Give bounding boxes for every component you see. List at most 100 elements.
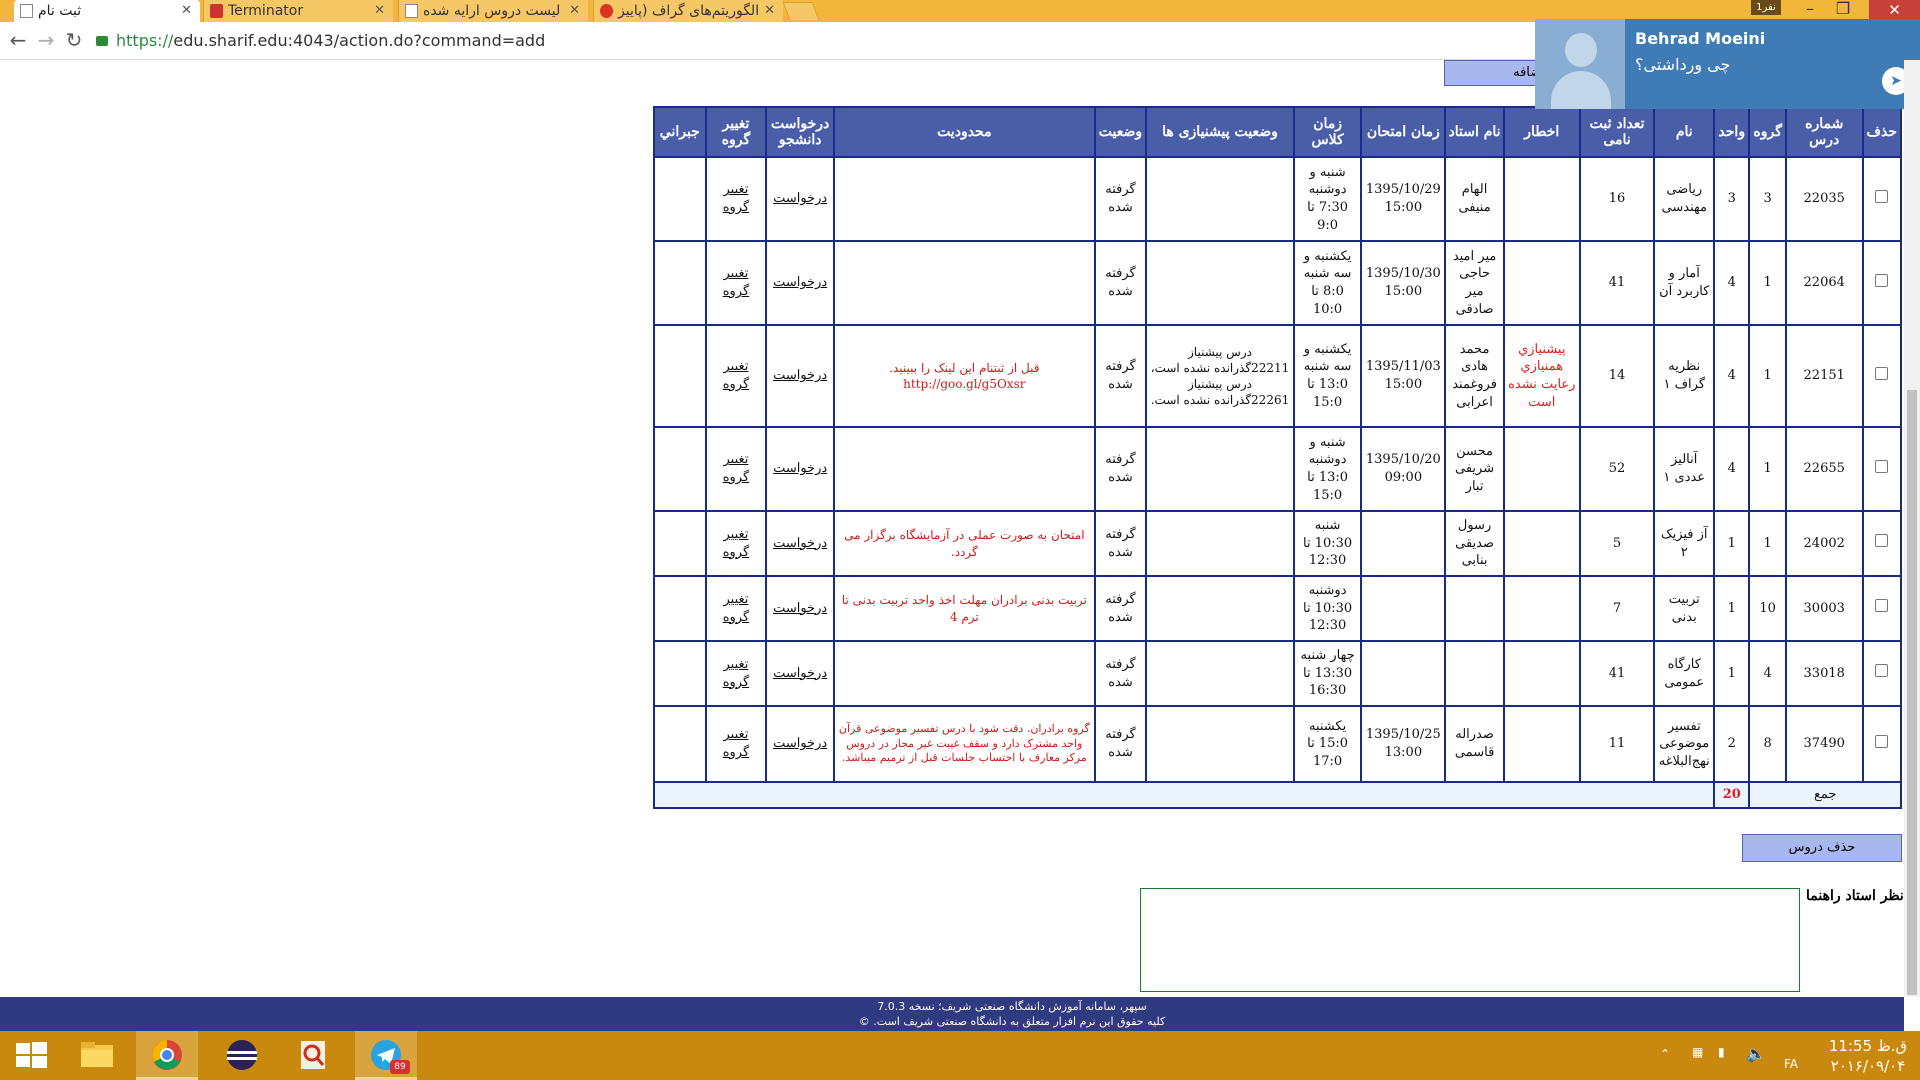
group-cell: 1 [1748, 510, 1787, 577]
instructor-cell: صدراله قاسمی [1444, 705, 1505, 783]
lock-icon [96, 36, 108, 46]
tab-title: Terminator [228, 3, 304, 19]
advisor-comment-textarea[interactable] [1140, 888, 1800, 992]
close-tab-icon[interactable]: ✕ [181, 0, 192, 22]
delete-checkbox[interactable] [1875, 599, 1889, 613]
request-link[interactable]: درخواست [773, 368, 827, 383]
status-cell: گرفته شده [1093, 240, 1148, 326]
delete-checkbox[interactable] [1875, 664, 1889, 678]
table-row: 22151 1 4 نظریه گراف ۱ 14 پیشنیازي همنیا… [653, 324, 1903, 428]
delete-cell [1861, 640, 1903, 707]
delete-checkbox[interactable] [1875, 734, 1889, 748]
class-time-cell: چهار شنبه 13:30 تا 16:30 [1292, 640, 1363, 707]
close-window-button[interactable]: ✕ [1869, 0, 1920, 20]
table-row: 22035 3 3 ریاضی مهندسی 16 الهام منیفی 13… [653, 156, 1903, 242]
change-group-link[interactable]: تغییر گروه [723, 266, 749, 299]
delete-checkbox[interactable] [1875, 459, 1889, 473]
change-group-link[interactable]: تغییر گروه [723, 182, 749, 215]
request-link[interactable]: درخواست [773, 666, 827, 681]
delete-checkbox[interactable] [1875, 366, 1889, 380]
footer-line-1: سپهر، سامانه آموزش دانشگاه صنعتی شریف؛ ن… [877, 1000, 1147, 1013]
change-group-link[interactable]: تغییر گروه [723, 527, 749, 560]
url-text: edu.sharif.edu:4043/action.do?command=ad… [173, 31, 546, 50]
course-no-cell: 22064 [1784, 240, 1864, 326]
delete-courses-button[interactable]: حذف دروس [1742, 834, 1902, 862]
close-tab-icon[interactable]: ✕ [569, 0, 580, 22]
taskbar-search-app[interactable] [282, 1031, 344, 1080]
volume-icon[interactable]: 🔈 [1746, 1044, 1766, 1063]
request-cell: درخواست [765, 640, 835, 707]
minimize-button[interactable]: – [1795, 0, 1825, 20]
language-indicator[interactable]: FA [1784, 1057, 1798, 1071]
footer-line-2: کلیه حقوق این نرم افزار متعلق به دانشگاه… [858, 1015, 1166, 1028]
folder-icon [81, 1042, 113, 1067]
makeup-cell [653, 156, 707, 242]
avatar [1535, 19, 1625, 109]
page-icon [20, 4, 33, 18]
table-row: 33018 4 1 کارگاه عمومی 41 چهار شنبه 13:3… [653, 640, 1903, 707]
taskbar-eclipse[interactable] [211, 1031, 273, 1080]
name-cell: آمار و کاربرد آن [1653, 240, 1716, 326]
request-link[interactable]: درخواست [773, 191, 827, 206]
enrolled-cell: 11 [1578, 705, 1656, 783]
start-button[interactable] [0, 1031, 62, 1080]
course-no-cell: 33018 [1784, 640, 1864, 707]
request-link[interactable]: درخواست [773, 461, 827, 476]
enrolled-cell: 52 [1578, 426, 1656, 512]
user-badge[interactable]: نفر1 [1751, 0, 1781, 15]
request-cell: درخواست [765, 324, 835, 428]
taskbar-file-explorer[interactable] [66, 1031, 128, 1080]
tab-title: لیست دروس ارایه شده [423, 3, 561, 19]
change-group-link[interactable]: تغییر گروه [723, 359, 749, 392]
prereq-status-cell [1145, 426, 1295, 512]
change-group-link[interactable]: تغییر گروه [723, 727, 749, 760]
status-cell: گرفته شده [1093, 426, 1148, 512]
network-icon[interactable]: ▮ [1718, 1045, 1725, 1059]
close-tab-icon[interactable]: ✕ [764, 0, 775, 22]
delete-checkbox[interactable] [1875, 534, 1889, 548]
reload-button[interactable]: ↻ [62, 28, 86, 52]
scrollbar-thumb[interactable] [1907, 390, 1917, 995]
delete-checkbox[interactable] [1875, 189, 1889, 203]
change-group-cell: تغییر گروه [704, 156, 768, 242]
warning-cell [1502, 510, 1581, 577]
forward-button[interactable]: → [34, 28, 58, 52]
exam-time-cell [1360, 510, 1447, 577]
request-link[interactable]: درخواست [773, 601, 827, 616]
change-group-cell: تغییر گروه [704, 426, 768, 512]
warning-cell [1502, 705, 1581, 783]
telegram-notification[interactable]: Behrad Moeini چی ورداشتی؟ ➤ [1535, 19, 1920, 109]
change-group-link[interactable]: تغییر گروه [723, 592, 749, 625]
back-button[interactable]: ← [6, 28, 30, 52]
taskbar-clock[interactable]: 11:55 ق.ظ ۲۰۱۶/۰۹/۰۴ [1818, 1036, 1918, 1076]
request-link[interactable]: درخواست [773, 736, 827, 751]
change-group-link[interactable]: تغییر گروه [723, 657, 749, 690]
change-group-link[interactable]: تغییر گروه [723, 452, 749, 485]
close-tab-icon[interactable]: ✕ [374, 0, 385, 22]
sum-label: جمع [1748, 781, 1902, 809]
table-header-row: حذف شماره درس گروه واحد نام تعداد ثبت نا… [653, 106, 1903, 158]
tray-app-icon[interactable]: ▦ [1692, 1045, 1703, 1059]
delete-cell [1861, 156, 1903, 242]
makeup-cell [653, 575, 707, 642]
delete-checkbox[interactable] [1875, 273, 1889, 287]
units-cell: 1 [1713, 575, 1751, 642]
tray-arrow-icon[interactable]: ⌃ [1660, 1047, 1670, 1061]
taskbar [0, 1031, 1920, 1080]
request-link[interactable]: درخواست [773, 536, 827, 551]
tab-terminator[interactable]: Terminator ✕ [203, 0, 393, 22]
exam-time-cell: 1395/10/25 13:00 [1360, 705, 1447, 783]
col-prereq-status: وضعیت پیشنیازی ها [1145, 106, 1295, 158]
new-tab-button[interactable] [782, 2, 820, 20]
change-group-cell: تغییر گروه [704, 510, 768, 577]
chrome-icon [152, 1040, 182, 1070]
group-cell: 8 [1748, 705, 1787, 783]
name-cell: کارگاه عمومی [1653, 640, 1716, 707]
tab-course-list[interactable]: لیست دروس ارایه شده ✕ [398, 0, 588, 22]
request-link[interactable]: درخواست [773, 275, 827, 290]
taskbar-chrome[interactable] [136, 1031, 198, 1080]
tab-graph-algorithms[interactable]: الگوریتم‌های گراف (پاییز ✕ [593, 0, 783, 22]
vertical-scrollbar[interactable] [1904, 60, 1920, 997]
maximize-button[interactable]: ❐ [1828, 0, 1858, 20]
tab-registration[interactable]: ثبت نام ✕ [14, 0, 200, 22]
